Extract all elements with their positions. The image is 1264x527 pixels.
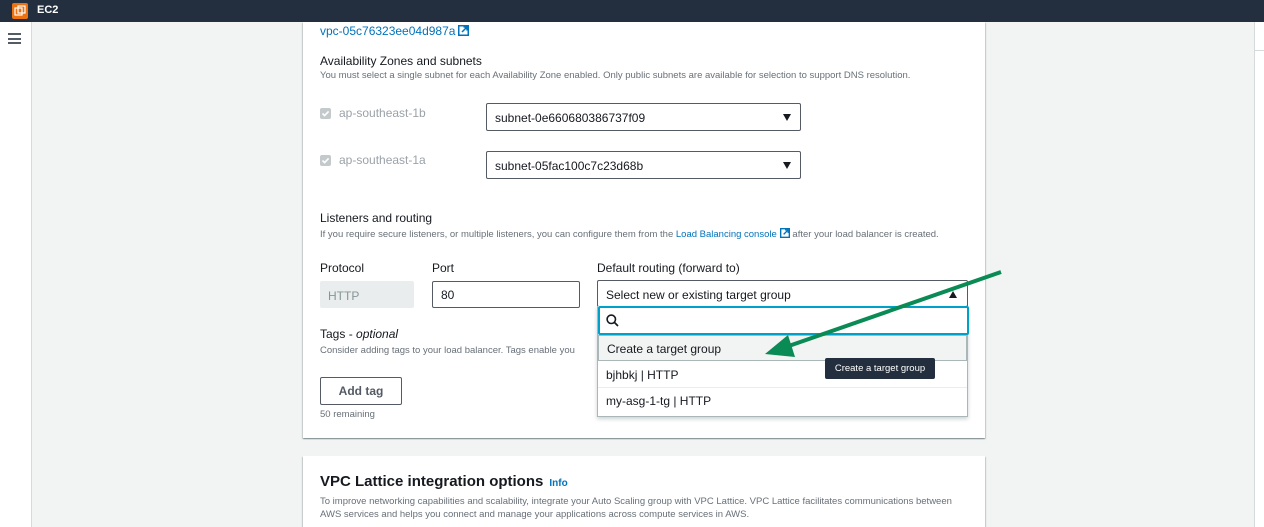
port-value: 80: [441, 288, 455, 302]
link-text[interactable]: Load Balancing console: [676, 229, 777, 240]
caret-up-icon: [949, 291, 957, 298]
option-label: my-asg-1-tg | HTTP: [606, 394, 712, 408]
ec2-service-icon[interactable]: [12, 3, 28, 19]
load-balancing-console-link[interactable]: Load Balancing console: [676, 228, 790, 240]
vpc-link[interactable]: vpc-05c76323ee04d987a: [320, 24, 470, 38]
left-navigation-rail: [0, 22, 32, 527]
default-routing-label: Default routing (forward to): [597, 261, 740, 275]
right-tools-rail: [1254, 22, 1264, 527]
caret-down-icon: [783, 114, 791, 121]
az-section-title: Availability Zones and subnets: [320, 54, 482, 68]
subnet-select-value: subnet-05fac100c7c23d68b: [495, 159, 644, 173]
port-label: Port: [432, 261, 455, 275]
protocol-label: Protocol: [320, 261, 365, 275]
az-checkbox-1b[interactable]: [320, 108, 331, 119]
az-checkbox-1a[interactable]: [320, 155, 331, 166]
optional-label: optional: [356, 327, 399, 341]
option-label: bjhbkj | HTTP: [606, 368, 679, 382]
menu-icon[interactable]: [8, 33, 21, 44]
protocol-value: HTTP: [328, 289, 360, 303]
tags-description: Consider adding tags to your load balanc…: [320, 345, 575, 356]
tags-section-title: Tags - optional: [320, 327, 399, 341]
option-label: Create a target group: [607, 342, 722, 356]
top-navigation-bar: EC2: [0, 0, 1264, 22]
external-link-icon: [458, 25, 470, 36]
subnet-select-1a[interactable]: subnet-05fac100c7c23d68b: [486, 151, 801, 179]
az-label-1b: ap-southeast-1b: [339, 106, 426, 120]
listeners-section-title: Listeners and routing: [320, 211, 433, 225]
port-input[interactable]: 80: [432, 281, 580, 308]
title-text: VPC Lattice integration options: [320, 473, 544, 490]
vpc-id[interactable]: vpc-05c76323ee04d987a: [320, 24, 455, 38]
protocol-field: HTTP: [320, 281, 414, 308]
add-tag-button[interactable]: Add tag: [320, 377, 402, 405]
routing-select-placeholder: Select new or existing target group: [606, 288, 791, 302]
vpc-lattice-title: VPC Lattice integration options Info: [320, 473, 568, 490]
option-tooltip: Create a target group: [825, 358, 935, 379]
description-text: If you require secure listeners, or mult…: [320, 229, 676, 240]
tags-title: Tags: [320, 327, 346, 341]
divider: [1255, 50, 1264, 51]
default-routing-select[interactable]: Select new or existing target group: [597, 280, 968, 307]
caret-down-icon: [783, 162, 791, 169]
target-group-filter-input[interactable]: [598, 306, 969, 335]
service-name[interactable]: EC2: [37, 4, 58, 16]
vpc-lattice-description: To improve networking capabilities and s…: [320, 496, 952, 520]
external-link-icon: [779, 228, 790, 238]
az-section-description: You must select a single subnet for each…: [320, 70, 911, 81]
description-text: after your load balancer is created.: [789, 229, 939, 240]
az-label-1a: ap-southeast-1a: [339, 153, 426, 167]
tags-remaining: 50 remaining: [320, 409, 375, 420]
subnet-select-value: subnet-0e660680386737f09: [495, 111, 646, 125]
listeners-section-description: If you require secure listeners, or mult…: [320, 228, 970, 241]
search-icon: [606, 314, 619, 327]
option-target-group[interactable]: my-asg-1-tg | HTTP: [598, 388, 967, 414]
info-link[interactable]: Info: [549, 478, 567, 489]
subnet-select-1b[interactable]: subnet-0e660680386737f09: [486, 103, 801, 131]
